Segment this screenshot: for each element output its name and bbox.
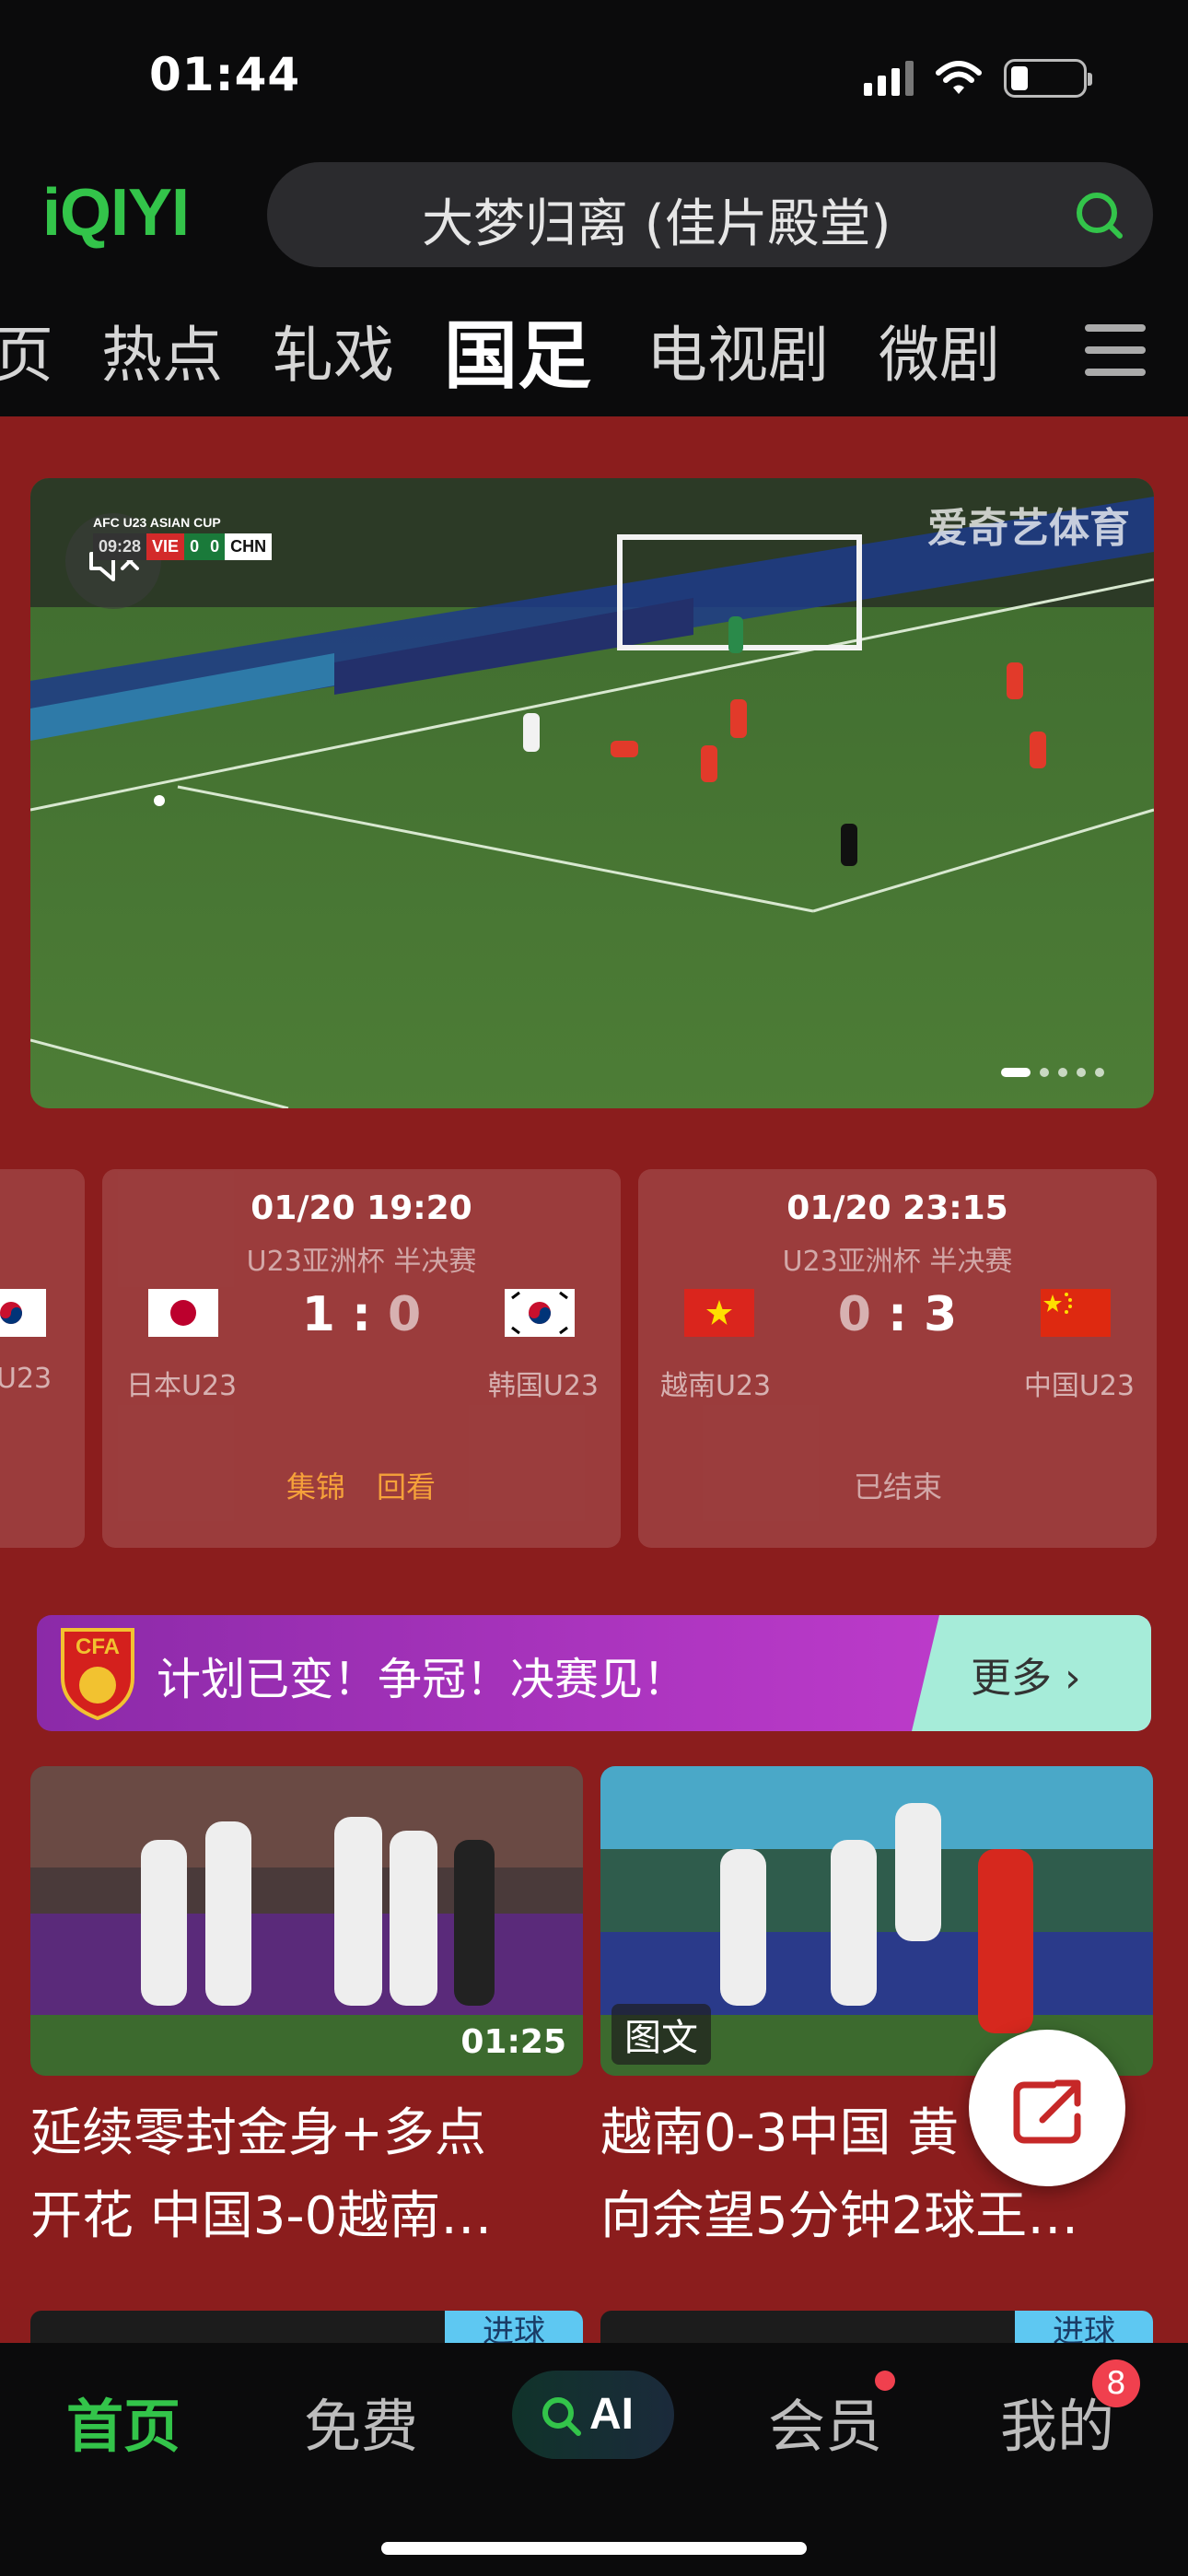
battery-icon — [1004, 59, 1092, 98]
menu-icon[interactable] — [1085, 324, 1146, 376]
cfa-logo-text: CFA — [76, 1634, 120, 1659]
nav-item-home[interactable]: 页 — [0, 306, 53, 394]
tab-free[interactable]: 免费 — [304, 2380, 418, 2463]
wifi-icon — [936, 61, 982, 94]
nav-item-tv-series[interactable]: 电视剧 — [646, 306, 829, 394]
news-card-peek[interactable]: 进球 — [600, 2311, 1153, 2348]
match-card-vietnam-china[interactable]: 01/20 23:15 U23亚洲杯 半决赛 0 : 3 越南U23 中国U23… — [638, 1169, 1157, 1548]
top-bar: 01:44 iQIYI 大梦归离 (佳片殿堂) 页 热点 轧戏 国足 电视剧 微… — [0, 0, 1188, 416]
match-team-away: 中国U23 — [1023, 1370, 1135, 1402]
match-card-japan-korea[interactable]: 01/20 19:20 U23亚洲杯 半决赛 1 : 0 日本U23 韩国U23… — [102, 1169, 621, 1548]
score-bug-away-score: 0 — [204, 533, 226, 560]
highlights-link[interactable]: 集锦 — [286, 1464, 345, 1506]
score-bug-home: VIE — [146, 533, 185, 560]
mine-badge: 8 — [1092, 2359, 1140, 2407]
score-bug: AFC U23 ASIAN CUP 09:28 VIE 0 0 CHN — [93, 515, 273, 560]
search-icon[interactable] — [1074, 190, 1124, 240]
goal-tag: 进球 — [445, 2311, 583, 2348]
hero-video-frame — [30, 478, 1154, 1108]
news-card-highlights[interactable]: 01:25 延续零封金身+多点 开花 中国3-0越南… — [30, 1766, 583, 2258]
banner-text: 计划已变！争冠！决赛见！ — [157, 1654, 688, 1705]
iqiyi-sports-watermark: 爱奇艺体育 — [927, 505, 1130, 552]
status-time: 01:44 — [149, 48, 301, 101]
hero-video[interactable]: AFC U23 ASIAN CUP 09:28 VIE 0 0 CHN 爱奇艺体… — [30, 478, 1154, 1108]
cfa-logo: CFA — [61, 1628, 134, 1720]
match-score-away: 3 — [924, 1287, 958, 1342]
news-title-line: 向余望5分钟2球王… — [600, 2186, 1079, 2246]
carousel-dot[interactable] — [1001, 1068, 1031, 1077]
bottom-tab-bar: 首页 免费 AI 会员 我的 8 — [0, 2343, 1188, 2576]
carousel-dot[interactable] — [1077, 1068, 1086, 1077]
search-bar[interactable]: 大梦归离 (佳片殿堂) — [267, 162, 1153, 267]
match-stage: U23亚洲杯 半决赛 — [782, 1246, 1013, 1278]
final-promo-banner[interactable]: CFA 计划已变！争冠！决赛见！ 更多 › — [37, 1615, 1151, 1731]
match-team-home: 日本U23 — [126, 1370, 238, 1402]
tab-ai[interactable]: AI — [512, 2371, 674, 2459]
score-bug-home-score: 0 — [184, 533, 205, 560]
news-title-line: 开花 中国3-0越南… — [30, 2186, 493, 2246]
notification-dot — [875, 2371, 895, 2391]
nav-item-micro-drama[interactable]: 微剧 — [879, 306, 1000, 394]
nav-item-hot[interactable]: 热点 — [101, 306, 223, 394]
share-button[interactable] — [969, 2030, 1125, 2186]
match-team-home: 越南U23 — [660, 1370, 772, 1402]
cellular-signal-icon — [864, 61, 914, 96]
news-title: 延续零封金身+多点 开花 中国3-0越南… — [30, 2092, 583, 2258]
home-indicator[interactable] — [381, 2542, 807, 2555]
match-team-away: 韩国U23 — [487, 1370, 599, 1402]
match-score-separator: : — [888, 1287, 907, 1342]
tab-home[interactable]: 首页 — [66, 2380, 181, 2463]
match-score-home: 0 — [837, 1287, 871, 1342]
nav-item-national-football[interactable]: 国足 — [444, 297, 591, 404]
video-duration: 01:25 — [460, 2023, 566, 2061]
goal-tag: 进球 — [1015, 2311, 1153, 2348]
news-title-line: 延续零封金身+多点 — [30, 2103, 486, 2163]
channel-nav: 页 热点 轧戏 国足 电视剧 微剧 — [0, 295, 1188, 399]
carousel-dot[interactable] — [1095, 1068, 1104, 1077]
score-bug-cup: AFC U23 ASIAN CUP — [93, 515, 221, 530]
article-tag: 图文 — [611, 2004, 711, 2065]
tab-vip[interactable]: 会员 — [768, 2380, 882, 2463]
score-bug-away: CHN — [225, 533, 273, 560]
nav-item-drama-gossip[interactable]: 轧戏 — [273, 306, 394, 394]
status-icons — [864, 59, 1092, 98]
carousel-dot[interactable] — [1040, 1068, 1049, 1077]
match-team-away: U23 — [0, 1363, 52, 1395]
more-button-label: 更多 › — [971, 1655, 1081, 1702]
china-flag-icon — [1041, 1289, 1111, 1337]
ai-label: AI — [589, 2390, 634, 2439]
match-score-home: 1 — [301, 1287, 335, 1342]
south-korea-flag-icon — [0, 1289, 46, 1337]
carousel-dot[interactable] — [1058, 1068, 1067, 1077]
match-card-partial[interactable]: U23 — [0, 1169, 85, 1548]
carousel-dots — [1001, 1068, 1104, 1077]
share-icon — [1013, 2079, 1081, 2144]
news-thumbnail: 01:25 — [30, 1766, 583, 2076]
match-stage: U23亚洲杯 半决赛 — [246, 1246, 477, 1278]
match-score-separator: : — [352, 1287, 371, 1342]
more-button[interactable]: 更多 › — [912, 1615, 1151, 1731]
match-score-away: 0 — [388, 1287, 422, 1342]
search-placeholder: 大梦归离 (佳片殿堂) — [422, 194, 891, 254]
score-bug-clock: 09:28 — [93, 533, 147, 560]
match-status: 已结束 — [854, 1469, 943, 1505]
south-korea-flag-icon — [505, 1289, 575, 1337]
match-date: 01/20 23:15 — [786, 1189, 1008, 1227]
news-card-peek[interactable]: 进球 — [30, 2311, 583, 2348]
replay-link[interactable]: 回看 — [377, 1464, 436, 1506]
match-date: 01/20 19:20 — [250, 1189, 472, 1227]
iqiyi-logo[interactable]: iQIYI — [42, 175, 190, 251]
ai-search-icon — [542, 2397, 581, 2436]
